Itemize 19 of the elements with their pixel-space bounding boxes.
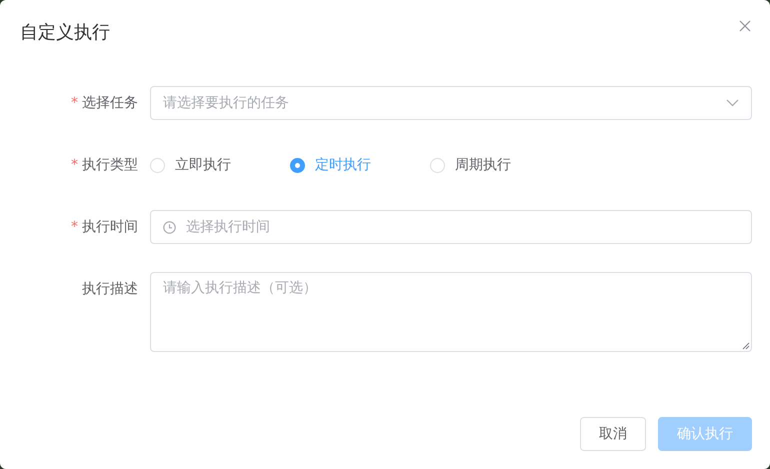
radio-option[interactable]: 周期执行 (430, 156, 570, 174)
field-label: 执行时间 (82, 218, 138, 236)
time-picker[interactable]: 选择执行时间 (150, 210, 752, 244)
cancel-button[interactable]: 取消 (580, 417, 646, 451)
field-label: 执行描述 (82, 280, 138, 298)
close-icon[interactable] (739, 20, 751, 32)
clock-icon (163, 220, 176, 234)
description-textarea[interactable]: 请输入执行描述（可选） (150, 272, 752, 352)
task-select[interactable]: 请选择要执行的任务 (150, 86, 752, 120)
radio-option[interactable]: 定时执行 (290, 156, 430, 174)
radio-option[interactable]: 立即执行 (150, 156, 290, 174)
required-mark: * (71, 95, 78, 111)
dialog-title: 自定义执行 (20, 21, 110, 44)
chevron-down-icon (726, 99, 739, 107)
resize-grip-icon[interactable] (742, 342, 750, 350)
field-label: 选择任务 (82, 94, 138, 112)
required-mark: * (71, 157, 78, 173)
required-mark: * (71, 219, 78, 235)
field-label: 执行类型 (82, 156, 138, 174)
